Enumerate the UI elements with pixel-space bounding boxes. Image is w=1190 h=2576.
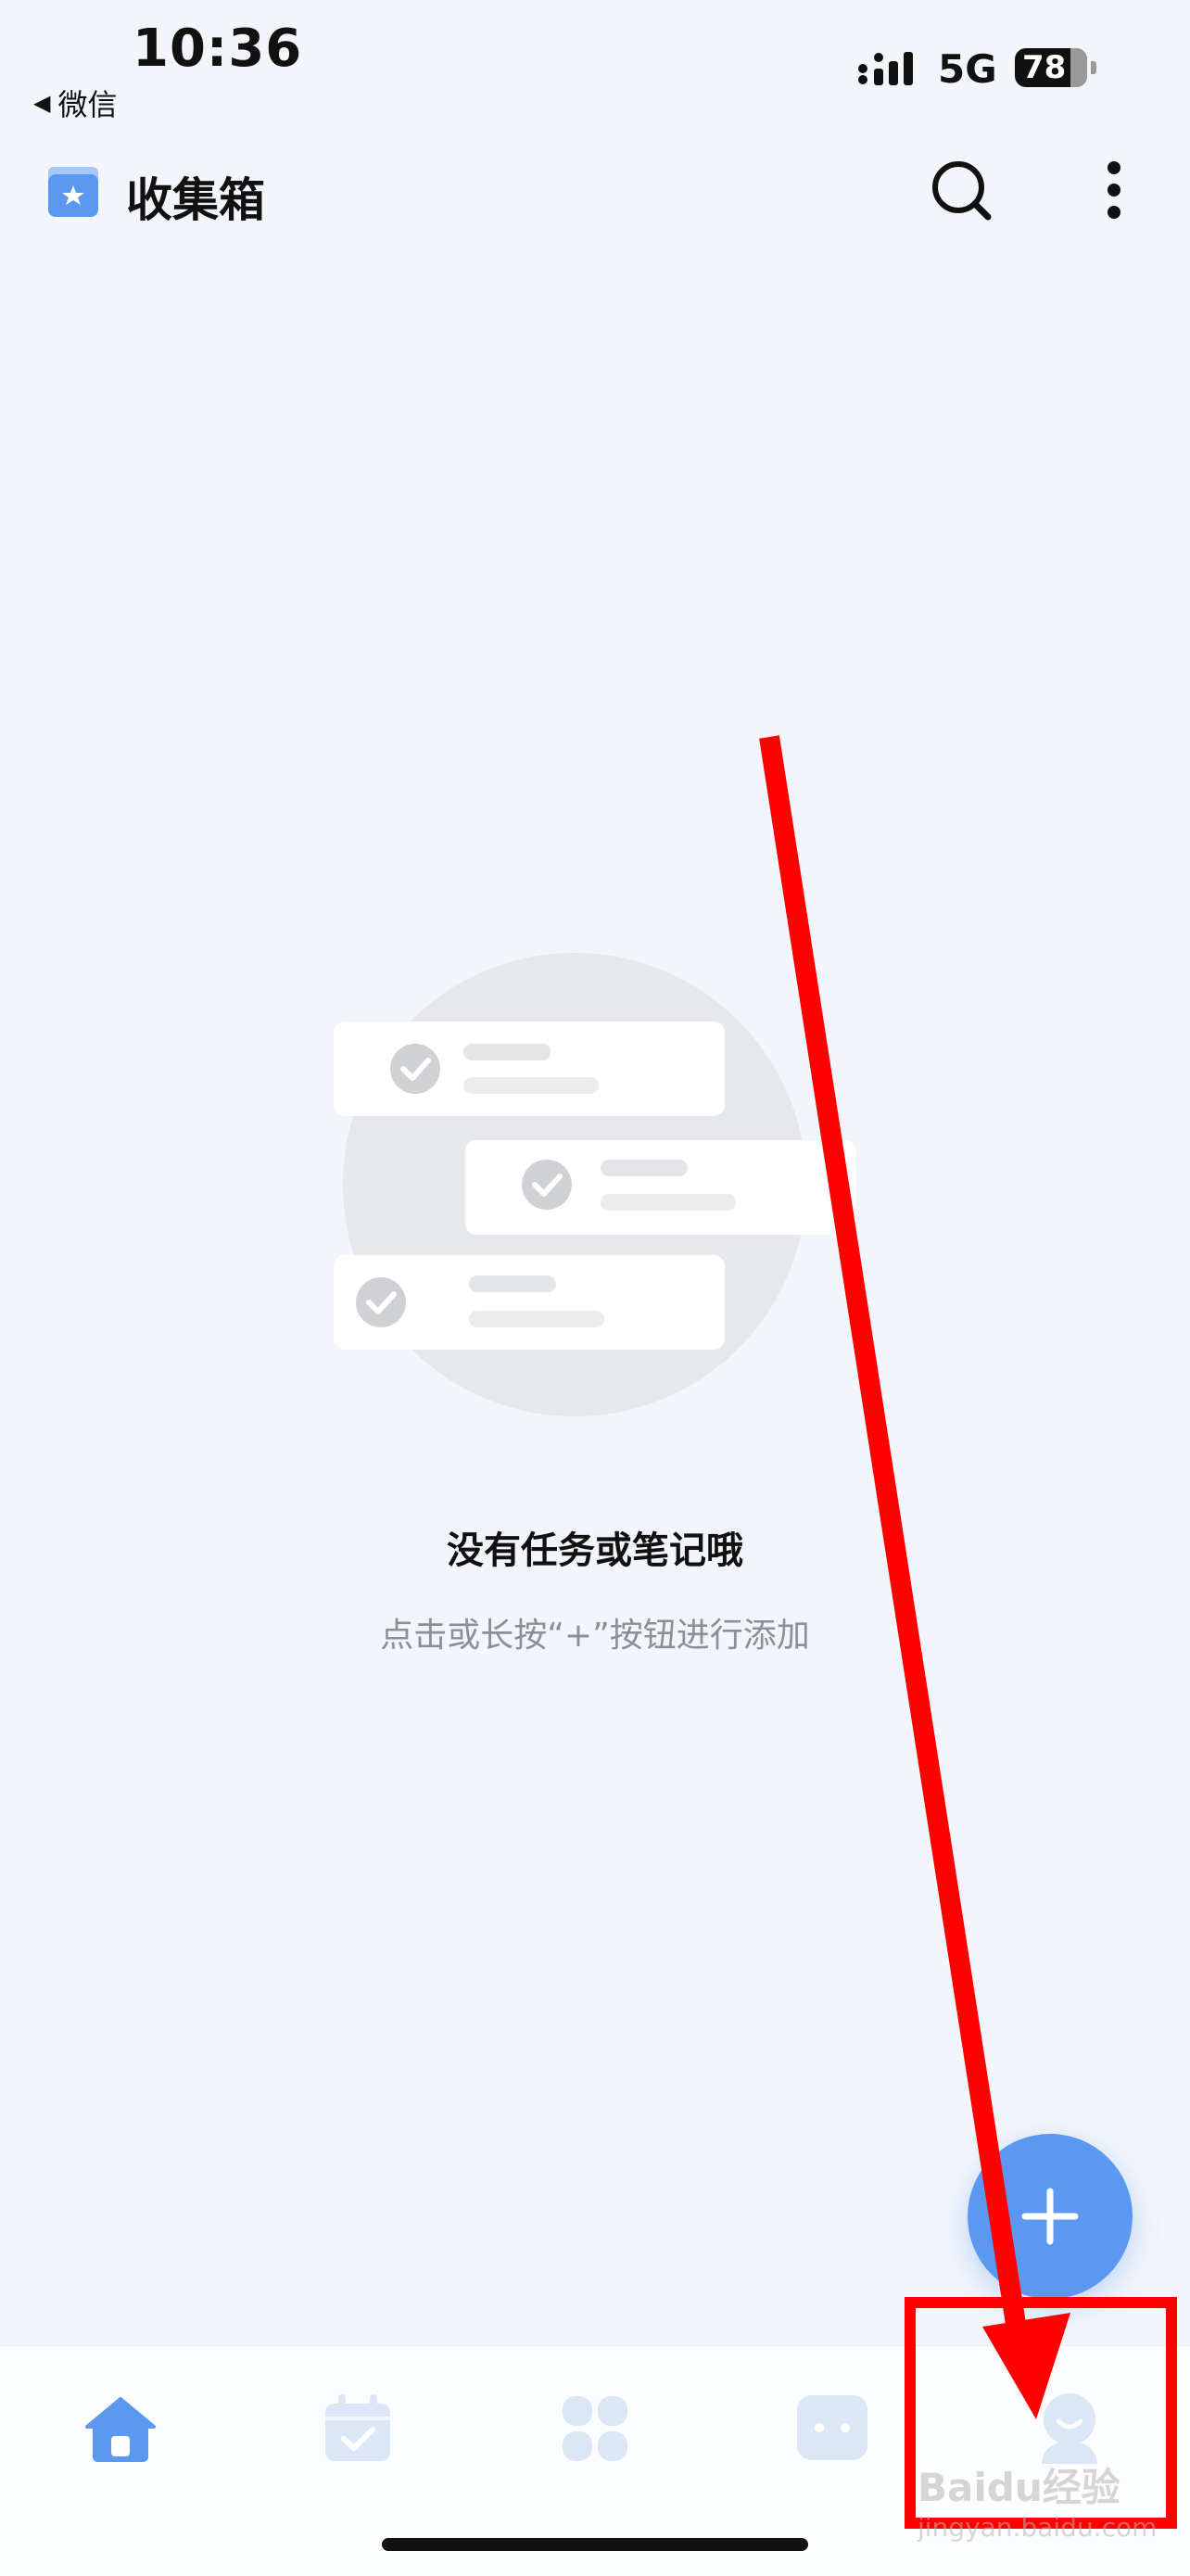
empty-state-subtitle: 点击或长按“+”按钮进行添加 bbox=[380, 1617, 810, 1655]
chat-icon bbox=[797, 2395, 867, 2460]
empty-state-title: 没有任务或笔记哦 bbox=[447, 1529, 743, 1572]
page-title: 收集箱 bbox=[126, 173, 265, 227]
nav-calendar[interactable] bbox=[293, 2373, 423, 2484]
watermark-url: jingyan.baidu.com bbox=[918, 2512, 1158, 2543]
empty-tasks-illustration bbox=[334, 953, 856, 1416]
battery-icon: 78 bbox=[1015, 48, 1087, 87]
back-to-wechat-link[interactable]: ◀ 微信 bbox=[33, 82, 117, 124]
grid-icon bbox=[563, 2396, 627, 2461]
calendar-check-icon bbox=[325, 2394, 390, 2461]
nav-home[interactable] bbox=[56, 2373, 185, 2484]
battery-level: 78 bbox=[1022, 49, 1067, 86]
network-type: 5G bbox=[938, 46, 997, 92]
status-time: 10:36 bbox=[133, 19, 303, 79]
plus-icon bbox=[1021, 2188, 1079, 2245]
nav-grid[interactable] bbox=[530, 2373, 660, 2484]
add-button[interactable] bbox=[968, 2134, 1133, 2299]
back-label: 微信 bbox=[57, 87, 118, 122]
nav-chat[interactable] bbox=[767, 2373, 897, 2484]
inbox-icon bbox=[48, 167, 98, 217]
back-triangle-icon: ◀ bbox=[33, 90, 51, 116]
home-indicator[interactable] bbox=[382, 2538, 808, 2551]
home-icon bbox=[85, 2397, 156, 2462]
more-vertical-icon[interactable] bbox=[1098, 159, 1130, 221]
search-icon[interactable] bbox=[929, 158, 995, 224]
watermark-logo: Baidu经验 bbox=[918, 2465, 1120, 2510]
battery-cap bbox=[1091, 61, 1096, 74]
signal-icon bbox=[858, 52, 913, 85]
